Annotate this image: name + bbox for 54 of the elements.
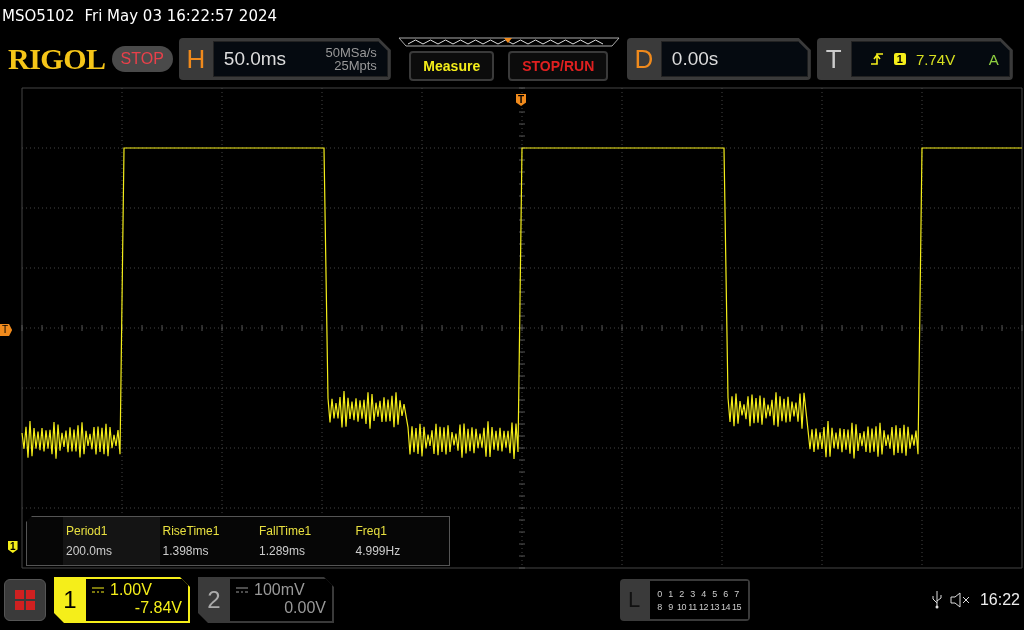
logic-channel-number: 9 (668, 601, 673, 612)
trigger-panel[interactable]: T 1 7.74V A (816, 38, 1013, 80)
dc-coupling-icon (236, 587, 248, 593)
trigger-source-badge: 1 (893, 53, 906, 65)
channel-scale: 1.00V (110, 581, 152, 599)
memory-waveform-icon (397, 37, 620, 47)
date-time: Fri May 03 16:22:57 2024 (84, 7, 278, 25)
logic-channel-number: 7 (734, 588, 739, 599)
logic-channel-number: 6 (723, 588, 728, 599)
trigger-position-marker[interactable]: T (516, 94, 527, 106)
run-status-badge: STOP (111, 46, 173, 72)
channel-panel[interactable]: 1 1.00V -7.84V (54, 577, 190, 623)
clock-time: 16:22 (979, 591, 1020, 609)
measurement-value: 1.289ms (259, 544, 307, 558)
measurement-name: Freq1 (355, 524, 388, 538)
grid-menu-icon (14, 589, 36, 611)
horizontal-panel[interactable]: H 50.0ms 50MSa/s 25Mpts (178, 38, 391, 80)
logic-channel-number: 11 (688, 601, 697, 612)
channel-panel[interactable]: 2 100mV 0.00V (198, 577, 334, 623)
channel-offset: 0.00V (284, 599, 326, 617)
channel-offset-marker[interactable]: 1 (8, 541, 18, 553)
menu-button[interactable]: STOP/RUN (508, 51, 609, 81)
brand-logo: RIGOL (8, 42, 106, 76)
logic-channel-number: 2 (679, 588, 684, 599)
dc-coupling-icon (92, 587, 104, 593)
channel-number: 2 (206, 585, 222, 615)
logic-channel-number: 5 (712, 588, 717, 599)
model-name: MSO5102 (2, 7, 75, 25)
logic-channel-number: 0 (657, 588, 662, 599)
trigger-level-marker[interactable]: T (0, 324, 13, 336)
logic-channel-number: 1 (668, 588, 673, 599)
menu-button[interactable]: Measure (409, 51, 495, 81)
logic-channel-number: 8 (657, 601, 662, 612)
logic-channel-number: 13 (710, 601, 719, 612)
channel-scale: 100mV (254, 581, 305, 599)
logic-channel-number: 3 (690, 588, 695, 599)
usb-icon (931, 591, 942, 609)
delay-panel[interactable]: D 0.00s (626, 38, 811, 80)
measurement-name: Period1 (66, 524, 109, 538)
logic-channel-number: 12 (699, 601, 708, 612)
main-menu-button[interactable] (4, 579, 46, 621)
logic-channel-number: 14 (721, 601, 730, 612)
logic-channel-number: 15 (732, 601, 741, 612)
rising-edge-icon (869, 52, 884, 66)
speaker-muted-icon (949, 592, 972, 608)
logic-channel-number: 10 (677, 601, 686, 612)
channel-offset: -7.84V (134, 599, 182, 617)
measurement-value: 1.398ms (162, 544, 210, 558)
measurement-value: 200.0ms (66, 544, 114, 558)
logic-channel-number: 4 (701, 588, 706, 599)
measurement-value: 4.999Hz (355, 544, 402, 558)
channel-number: 1 (62, 585, 78, 615)
measurement-name: FallTime1 (259, 524, 313, 538)
measurement-name: RiseTime1 (162, 524, 221, 538)
